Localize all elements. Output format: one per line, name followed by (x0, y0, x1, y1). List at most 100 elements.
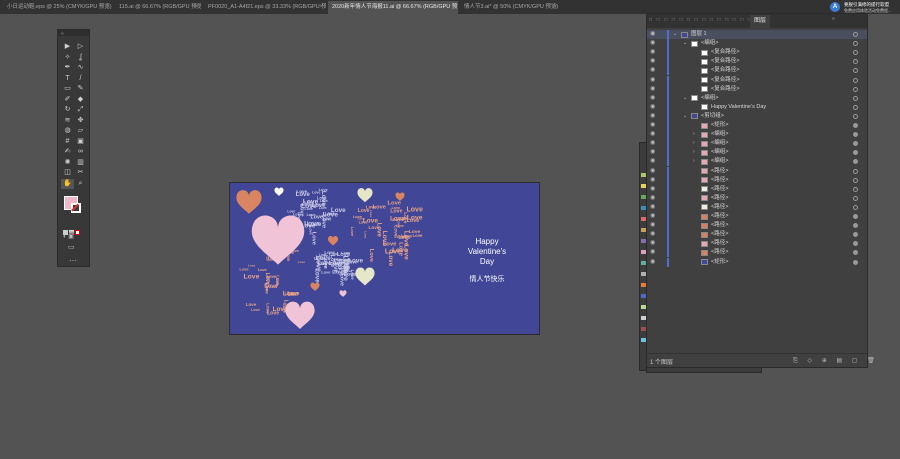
visibility-eye-icon[interactable]: ◉ (650, 221, 655, 230)
screen-mode-icon[interactable]: ▭ (68, 243, 75, 251)
visibility-eye-icon[interactable]: ◉ (650, 185, 655, 194)
collapse-chevron-icon[interactable]: « (61, 31, 64, 37)
target-circle-icon[interactable] (853, 150, 858, 156)
target-circle-icon[interactable] (853, 123, 858, 128)
layer-row[interactable]: ◉ ⌄ <编组> (647, 39, 867, 49)
visibility-eye-icon[interactable]: ◉ (650, 48, 655, 57)
rotate-tool-icon[interactable]: ↻ (61, 105, 74, 116)
target-circle-icon[interactable] (853, 113, 858, 119)
coral-heart-tiny-2[interactable] (310, 282, 320, 291)
layer-row[interactable]: ◉ › <编组> (647, 139, 867, 149)
target-circle-icon[interactable] (853, 141, 858, 147)
love-word-heart-center[interactable]: Love LoveLoveLoveLoveLoveLove LoveLoveLove… (314, 250, 364, 286)
layer-row[interactable]: ◉ ⌄ <编组> (647, 93, 867, 103)
collapse-chevron-icon[interactable]: › (693, 148, 695, 157)
close-tab-icon[interactable]: × (553, 2, 557, 13)
document-tab-1[interactable]: 小日运动鞋.eps @ 25% (CMYK/GPU 预览) × (3, 2, 113, 13)
eyedropper-tool-icon[interactable]: ✍ (61, 147, 74, 158)
coral-heart-large[interactable] (236, 190, 262, 214)
layer-row[interactable]: ◉ <复合路径> (647, 84, 867, 94)
layer-row[interactable]: ◉ › <编组> (647, 148, 867, 158)
layer-row[interactable]: ◉ <矩形> (647, 257, 867, 267)
layer-row[interactable]: ◉ <路径> (647, 166, 867, 176)
layer-row[interactable]: ◉ Happy Valentine’s Day (647, 102, 867, 112)
expand-chevron-icon[interactable]: ⌄ (683, 39, 687, 48)
target-circle-icon[interactable] (853, 195, 858, 201)
document-tab-2[interactable]: 115.ai @ 66.67% (RGB/GPU 预览) × (115, 2, 201, 13)
white-heart-small[interactable] (274, 187, 284, 196)
slice-tool-icon[interactable]: ✂ (74, 168, 87, 179)
target-circle-icon[interactable] (853, 232, 858, 238)
layer-row[interactable]: ◉ <路径> (647, 230, 867, 240)
tab-layers[interactable]: 图层 (750, 15, 771, 28)
layer-row[interactable]: ◉ ⌄ 图层 1 (647, 30, 867, 40)
panel-tab-icons[interactable]: □ □ □ □ □ □ □ □ □ □ □ □ □ □ (649, 17, 753, 23)
pink-heart-bottom[interactable] (285, 301, 315, 329)
target-circle-icon[interactable] (853, 77, 858, 83)
target-circle-icon[interactable] (853, 132, 858, 138)
target-circle-icon[interactable] (853, 214, 858, 219)
pen-tool-icon[interactable]: ✒ (61, 63, 74, 74)
target-circle-icon[interactable] (853, 259, 858, 265)
target-circle-icon[interactable] (853, 241, 858, 247)
close-tab-icon[interactable]: × (319, 2, 323, 13)
artboard[interactable]: Love Love Love Love Love Love Love Love Love Love… (230, 183, 539, 334)
visibility-eye-icon[interactable]: ◉ (650, 130, 655, 139)
target-circle-icon[interactable] (853, 41, 858, 47)
target-circle-icon[interactable] (853, 177, 858, 183)
visibility-eye-icon[interactable]: ◉ (650, 176, 655, 185)
graph-tool-icon[interactable]: ▥ (74, 158, 87, 169)
layer-row[interactable]: ◉ <路径> (647, 221, 867, 231)
visibility-eye-icon[interactable]: ◉ (650, 94, 655, 103)
close-tab-icon[interactable]: × (106, 2, 110, 13)
visibility-eye-icon[interactable]: ◉ (650, 157, 655, 166)
eraser-tool-icon[interactable]: ◆ (74, 95, 87, 106)
layer-row[interactable]: ◉ › <编组> (647, 157, 867, 167)
collapse-chevron-icon[interactable]: › (693, 139, 695, 148)
layers-footer-actions[interactable]: ⎘ ◇ ⊕ ▤ ▢ 🗑 (793, 357, 879, 365)
target-circle-icon[interactable] (853, 32, 858, 37)
pink-heart-large[interactable] (251, 215, 305, 265)
target-circle-icon[interactable] (853, 104, 858, 110)
visibility-eye-icon[interactable]: ◉ (650, 167, 655, 176)
layer-row[interactable]: ◉ <复合路径> (647, 75, 867, 85)
layer-row[interactable]: ◉ <路径> (647, 239, 867, 249)
target-circle-icon[interactable] (853, 204, 858, 210)
cream-heart-top[interactable] (357, 188, 373, 203)
visibility-eye-icon[interactable]: ◉ (650, 258, 655, 267)
layer-row[interactable]: ◉ <复合路径> (647, 48, 867, 58)
layer-row[interactable]: ◉ <路径> (647, 212, 867, 221)
puppet-warp-tool-icon[interactable]: ✥ (74, 116, 87, 127)
shaper-tool-icon[interactable]: ✐ (61, 95, 74, 106)
direct-selection-tool-icon[interactable]: ▷ (74, 42, 87, 53)
cream-heart-right[interactable] (355, 267, 375, 286)
edit-toolbar-icon[interactable]: ··· (69, 256, 77, 265)
target-circle-icon[interactable] (853, 59, 858, 65)
type-tool-icon[interactable]: T (61, 74, 74, 85)
visibility-eye-icon[interactable]: ◉ (650, 85, 655, 94)
target-circle-icon[interactable] (853, 68, 858, 74)
panel-menu-icon[interactable]: » (832, 16, 835, 22)
visibility-eye-icon[interactable]: ◉ (650, 76, 655, 85)
target-circle-icon[interactable] (853, 95, 858, 101)
layer-row[interactable]: ◉ <复合路径> (647, 57, 867, 67)
visibility-eye-icon[interactable]: ◉ (650, 57, 655, 66)
pink-heart-tiny[interactable] (339, 290, 347, 297)
collapse-chevron-icon[interactable]: › (693, 157, 695, 166)
target-circle-icon[interactable] (853, 223, 858, 229)
layer-row[interactable]: ◉ <路径> (647, 193, 867, 203)
magic-wand-tool-icon[interactable]: ✧ (61, 53, 74, 64)
collapse-chevron-icon[interactable]: › (693, 130, 695, 139)
visibility-eye-icon[interactable]: ◉ (650, 112, 655, 121)
visibility-eye-icon[interactable]: ◉ (650, 248, 655, 257)
visibility-eye-icon[interactable]: ◉ (650, 121, 655, 130)
rectangle-tool-icon[interactable]: ▭ (61, 84, 74, 95)
layer-row[interactable]: ◉ ⌄ <剪切组> (647, 111, 867, 121)
target-circle-icon[interactable] (853, 250, 858, 256)
layer-row[interactable]: ◉ <路径> (647, 184, 867, 194)
target-circle-icon[interactable] (853, 186, 858, 192)
visibility-eye-icon[interactable]: ◉ (650, 194, 655, 203)
zoom-tool-icon[interactable]: ⌕ (74, 179, 87, 190)
visibility-eye-icon[interactable]: ◉ (650, 139, 655, 148)
target-circle-icon[interactable] (853, 50, 858, 56)
